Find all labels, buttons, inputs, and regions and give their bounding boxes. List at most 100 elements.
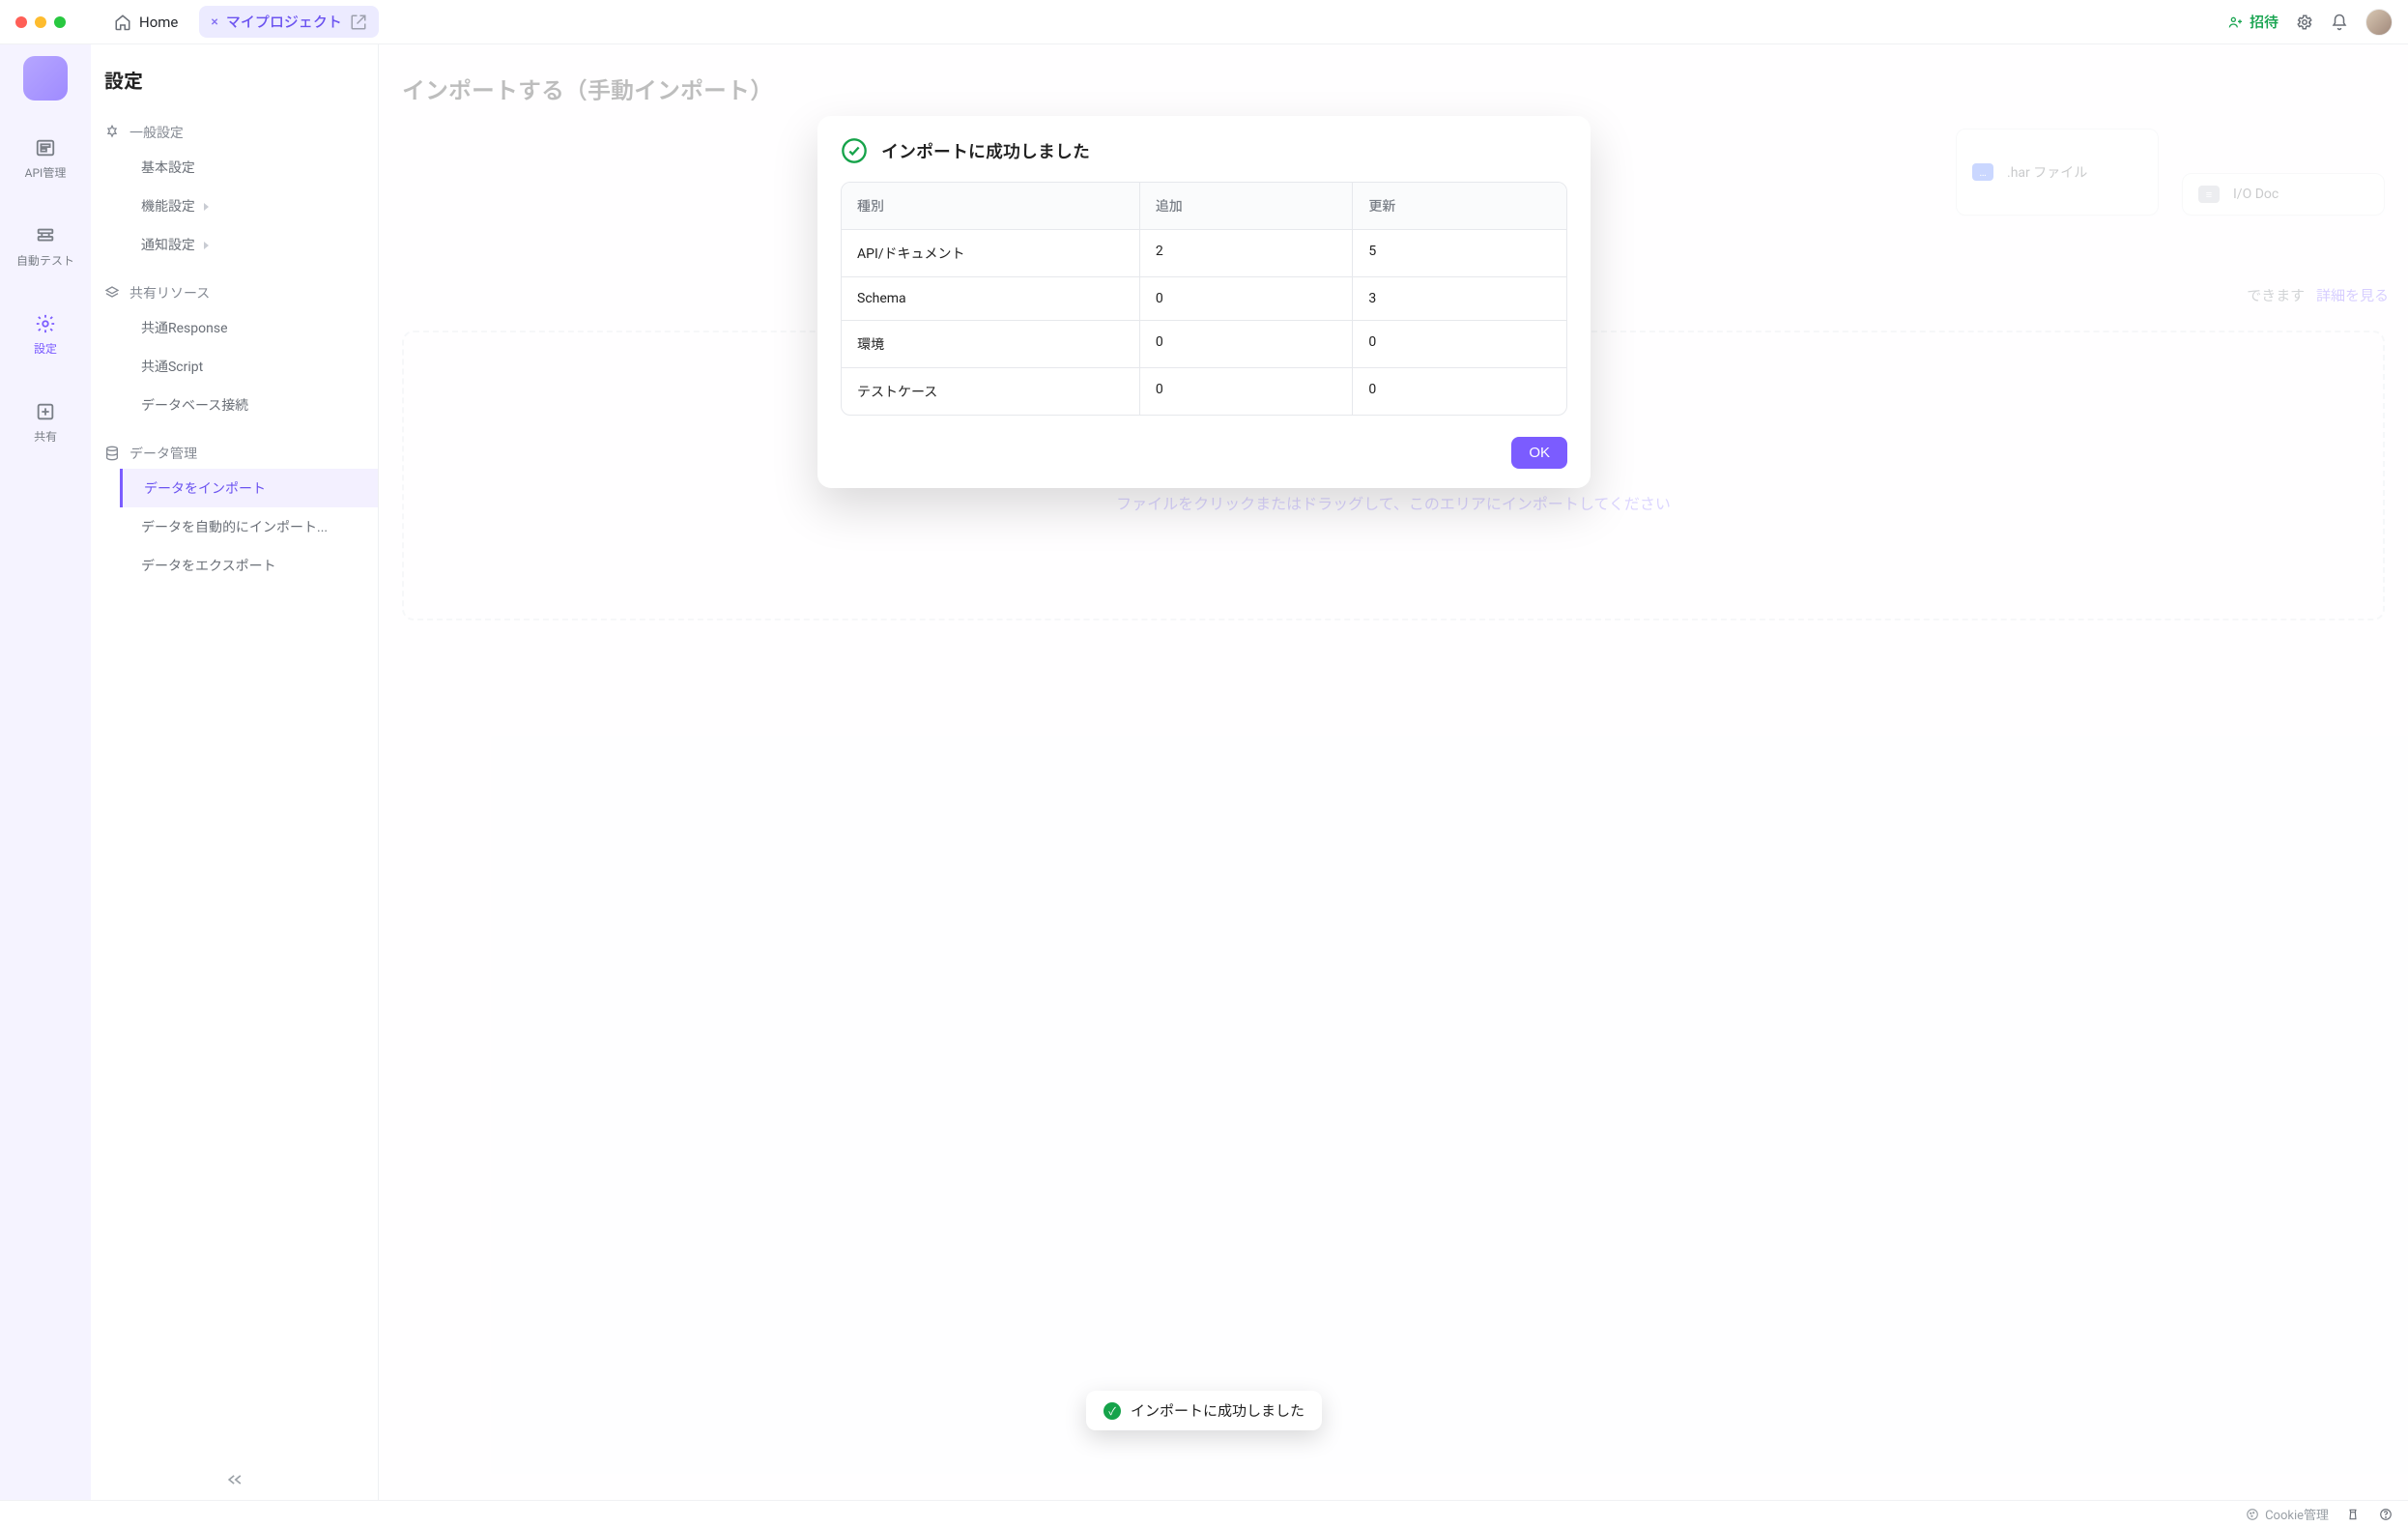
close-window-button[interactable] <box>15 16 27 28</box>
cell-type: Schema <box>842 277 1140 320</box>
project-tab[interactable]: × マイプロジェクト <box>199 6 378 38</box>
format-card-label: I/O Doc <box>2233 187 2279 202</box>
modal-header: インポートに成功しました <box>841 137 1567 164</box>
rail-item-api[interactable]: API管理 <box>0 130 91 188</box>
cell-updated: 5 <box>1353 230 1566 276</box>
sidebar-group-shared: 共有リソース 共通Response 共通Script データベース接続 <box>91 277 378 424</box>
sidebar-item-common-response[interactable]: 共通Response <box>120 308 378 347</box>
close-tab-icon[interactable]: × <box>211 14 217 30</box>
titlebar-actions: 招待 <box>2228 9 2393 36</box>
table-row: API/ドキュメント 2 5 <box>842 229 1566 276</box>
check-circle-icon <box>841 137 868 164</box>
check-icon: ✓ <box>1104 1402 1121 1420</box>
sidebar-item-label: データをエクスポート <box>141 559 276 574</box>
sidebar-item-auto-import[interactable]: データを自動的にインポート... <box>120 507 378 546</box>
maximize-window-button[interactable] <box>54 16 66 28</box>
import-success-modal: インポートに成功しました 種別 追加 更新 API/ドキュメント 2 5 Sch… <box>817 116 1591 488</box>
th-added: 追加 <box>1140 183 1354 229</box>
th-updated: 更新 <box>1353 183 1566 229</box>
home-tab[interactable]: Home <box>104 8 187 37</box>
rail-item-label: 設定 <box>34 340 57 357</box>
sidebar-item-import[interactable]: データをインポート <box>120 469 378 507</box>
format-card-label: .har ファイル <box>2007 162 2087 182</box>
gear-outline-icon <box>104 125 120 140</box>
cell-type: 環境 <box>842 321 1140 367</box>
sidebar-item-common-script[interactable]: 共通Script <box>120 347 378 386</box>
table-header-row: 種別 追加 更新 <box>842 183 1566 229</box>
cell-type: API/ドキュメント <box>842 230 1140 276</box>
cell-updated: 0 <box>1353 368 1566 415</box>
titlebar: Home × マイプロジェクト 招待 <box>0 0 2408 44</box>
sidebar-item-basic[interactable]: 基本設定 <box>120 148 378 187</box>
cookie-manager-button[interactable]: Cookie管理 <box>2246 1505 2329 1523</box>
sidebar-title: 設定 <box>104 66 364 94</box>
rail-item-settings[interactable]: 設定 <box>0 305 91 364</box>
sidebar-item-notifications[interactable]: 通知設定 <box>120 225 378 264</box>
settings-icon[interactable] <box>2296 14 2313 31</box>
page-title: インポートする（手動インポート） <box>402 72 2389 105</box>
share-icon <box>35 401 56 422</box>
table-row: Schema 0 3 <box>842 276 1566 320</box>
format-card-iodoc[interactable]: ≡ I/O Doc <box>2182 173 2385 216</box>
toast-text: インポートに成功しました <box>1131 1400 1304 1421</box>
sidebar-group-head[interactable]: データ管理 <box>91 438 378 469</box>
user-avatar[interactable] <box>2365 9 2393 36</box>
api-icon <box>35 137 56 158</box>
settings-sidebar: 設定 一般設定 基本設定 機能設定 通知設定 共有リソース <box>91 44 379 1500</box>
sidebar-item-export[interactable]: データをエクスポート <box>120 546 378 585</box>
iodoc-badge-icon: ≡ <box>2198 186 2220 203</box>
format-card-har[interactable]: … .har ファイル <box>1956 129 2159 216</box>
help-icon[interactable] <box>2377 1506 2394 1523</box>
rail-item-share[interactable]: 共有 <box>0 393 91 452</box>
window-controls <box>15 16 66 28</box>
dropzone-text: ファイルをクリックまたはドラッグして、このエリアにインポートしてください <box>1116 491 1671 514</box>
modal-title: インポートに成功しました <box>881 138 1090 163</box>
th-type: 種別 <box>842 183 1140 229</box>
success-toast: ✓ インポートに成功しました <box>1086 1391 1322 1430</box>
project-tab-label: マイプロジェクト <box>226 12 342 32</box>
sidebar-item-features[interactable]: 機能設定 <box>120 187 378 225</box>
cell-updated: 3 <box>1353 277 1566 320</box>
cell-updated: 0 <box>1353 321 1566 367</box>
sidebar-item-db-connection[interactable]: データベース接続 <box>120 386 378 424</box>
chevron-double-left-icon <box>225 1473 244 1486</box>
tab-strip: Home × マイプロジェクト <box>104 6 379 38</box>
cell-added: 2 <box>1140 230 1354 276</box>
sidebar-group-general: 一般設定 基本設定 機能設定 通知設定 <box>91 117 378 264</box>
settings-icon <box>35 313 56 334</box>
sidebar-item-label: 共通Response <box>141 321 228 336</box>
ok-button[interactable]: OK <box>1511 437 1567 469</box>
nav-rail: API管理 自動テスト 設定 共有 <box>0 44 91 1500</box>
collapse-sidebar-button[interactable] <box>225 1473 244 1490</box>
database-icon <box>104 446 120 461</box>
autotest-icon <box>35 225 56 246</box>
cell-added: 0 <box>1140 277 1354 320</box>
invite-button[interactable]: 招待 <box>2228 12 2279 32</box>
status-bar: Cookie管理 <box>0 1500 2408 1527</box>
sidebar-group-data: データ管理 データをインポート データを自動的にインポート... データをエクス… <box>91 438 378 585</box>
rail-item-autotest[interactable]: 自動テスト <box>0 217 91 276</box>
sidebar-item-label: 共通Script <box>141 360 203 375</box>
rail-item-label: API管理 <box>25 164 67 181</box>
sidebar-group-label: データ管理 <box>129 444 197 463</box>
cookie-icon <box>2246 1508 2259 1521</box>
external-link-icon[interactable] <box>350 14 367 31</box>
invite-label: 招待 <box>2250 12 2279 32</box>
sidebar-item-label: 通知設定 <box>141 238 195 253</box>
home-icon <box>114 14 131 31</box>
table-row: 環境 0 0 <box>842 320 1566 367</box>
sidebar-group-head[interactable]: 共有リソース <box>91 277 378 308</box>
hint-link[interactable]: 詳細を見る <box>2316 287 2389 304</box>
app-logo[interactable] <box>23 56 68 101</box>
sidebar-item-label: 機能設定 <box>141 199 195 215</box>
modal-actions: OK <box>841 437 1567 469</box>
theme-icon[interactable] <box>2344 1506 2362 1523</box>
sidebar-item-label: データを自動的にインポート... <box>141 520 328 535</box>
cell-added: 0 <box>1140 368 1354 415</box>
notifications-icon[interactable] <box>2331 14 2348 31</box>
cookie-label: Cookie管理 <box>2265 1505 2329 1523</box>
minimize-window-button[interactable] <box>35 16 46 28</box>
sidebar-group-head[interactable]: 一般設定 <box>91 117 378 148</box>
rail-item-label: 自動テスト <box>16 252 74 269</box>
cell-added: 0 <box>1140 321 1354 367</box>
